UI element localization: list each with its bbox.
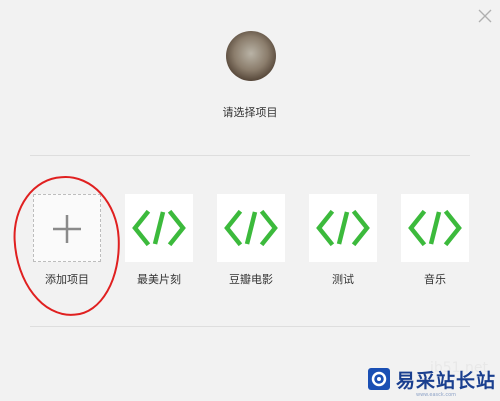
project-label-2: 豆瓣电影 [229,273,273,286]
project-label-3: 测试 [332,273,354,286]
code-icon [408,209,462,247]
code-icon [224,209,278,247]
code-icon [132,209,186,247]
project-label-1: 最美片刻 [137,273,181,286]
divider-bottom [30,326,470,327]
project-tile-1[interactable] [125,194,193,262]
watermark-logo-icon [368,368,390,390]
watermark-sub: www.easck.com [416,392,457,398]
avatar [226,31,276,81]
add-project-label: 添加项目 [45,273,89,286]
project-tile-3[interactable] [309,194,377,262]
project-tile-4[interactable] [401,194,469,262]
add-project-button[interactable] [33,194,101,262]
divider-top [30,155,470,156]
close-icon[interactable] [477,8,493,24]
watermark-brand: 易采站长站 [396,370,497,392]
plus-icon [53,215,81,243]
project-label-4: 音乐 [424,273,446,286]
code-icon [316,209,370,247]
project-tile-2[interactable] [217,194,285,262]
select-project-prompt: 请选择项目 [222,106,278,119]
